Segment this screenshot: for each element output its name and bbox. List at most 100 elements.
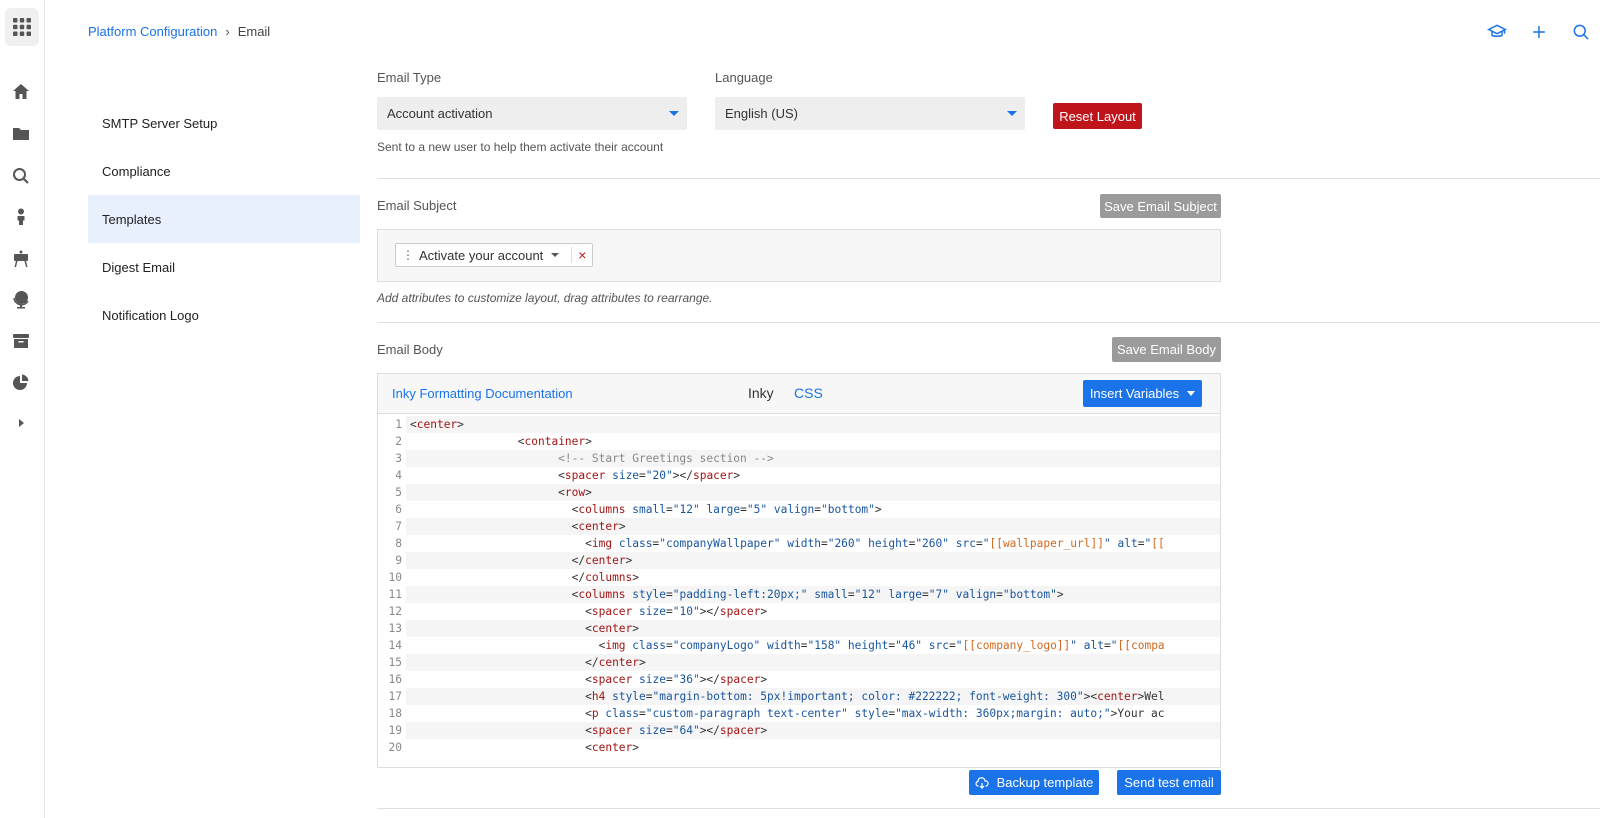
line-number: 20 bbox=[388, 741, 402, 754]
code-line: 15 </center> bbox=[378, 654, 1220, 671]
cloud-download-icon bbox=[975, 776, 989, 789]
backup-template-label: Backup template bbox=[996, 775, 1094, 790]
breadcrumb-current: Email bbox=[237, 24, 271, 39]
person-icon[interactable] bbox=[10, 206, 32, 228]
email-type-hint: Sent to a new user to help them activate… bbox=[377, 140, 664, 154]
divider bbox=[377, 178, 1600, 179]
globe-icon[interactable] bbox=[10, 288, 32, 310]
code-line: 12 <spacer size="10"></spacer> bbox=[378, 603, 1220, 620]
language-value: English (US) bbox=[725, 106, 798, 121]
subject-hint: Add attributes to customize layout, drag… bbox=[377, 291, 713, 305]
chevron-down-icon[interactable] bbox=[551, 253, 560, 257]
line-number: 9 bbox=[395, 554, 402, 567]
line-number: 13 bbox=[388, 622, 402, 635]
search-icon[interactable] bbox=[1570, 20, 1592, 44]
side-menu-item-label: Templates bbox=[102, 211, 162, 227]
presentation-icon[interactable] bbox=[10, 248, 32, 270]
chevron-down-icon bbox=[1187, 391, 1196, 396]
side-menu-item-notification-logo[interactable]: Notification Logo bbox=[88, 291, 360, 339]
line-number: 12 bbox=[388, 605, 402, 618]
side-menu-item-smtp-server-setup[interactable]: SMTP Server Setup bbox=[88, 99, 360, 147]
code-line: 10 </columns> bbox=[378, 569, 1220, 586]
send-test-email-button[interactable]: Send test email bbox=[1117, 770, 1221, 795]
line-number: 19 bbox=[388, 724, 402, 737]
save-email-subject-button[interactable]: Save Email Subject bbox=[1100, 194, 1221, 218]
backup-template-button[interactable]: Backup template bbox=[969, 770, 1099, 795]
language-label: Language bbox=[715, 70, 773, 85]
archive-icon[interactable] bbox=[10, 330, 32, 352]
code-editor: Inky Formatting Documentation Inky CSS I… bbox=[377, 373, 1221, 768]
left-rail bbox=[0, 0, 45, 818]
line-number: 6 bbox=[395, 503, 402, 516]
code-line: 2 <container> bbox=[378, 433, 1220, 450]
drag-handle-icon[interactable]: ⋮ bbox=[402, 248, 414, 262]
side-menu-item-digest-email[interactable]: Digest Email bbox=[88, 243, 360, 291]
email-type-select[interactable]: Account activation bbox=[377, 97, 687, 130]
tab-inky[interactable]: Inky bbox=[748, 385, 774, 401]
line-number: 8 bbox=[395, 537, 402, 550]
code-line: 7 <center> bbox=[378, 518, 1220, 535]
side-menu: SMTP Server Setup Compliance Templates D… bbox=[88, 99, 360, 339]
line-number: 2 bbox=[395, 435, 402, 448]
close-icon[interactable]: × bbox=[571, 247, 586, 263]
code-line: 4 <spacer size="20"></spacer> bbox=[378, 467, 1220, 484]
folder-icon[interactable] bbox=[10, 123, 32, 145]
line-number: 17 bbox=[388, 690, 402, 703]
line-number: 4 bbox=[395, 469, 402, 482]
home-icon[interactable] bbox=[10, 81, 32, 103]
code-line: 17 <h4 style="margin-bottom: 5px!importa… bbox=[378, 688, 1220, 705]
breadcrumb: Platform Configuration › Email bbox=[88, 24, 270, 39]
side-menu-item-label: Notification Logo bbox=[102, 307, 199, 323]
code-line: 18 <p class="custom-paragraph text-cente… bbox=[378, 705, 1220, 722]
side-menu-item-label: Compliance bbox=[102, 163, 171, 179]
pie-chart-icon[interactable] bbox=[10, 372, 32, 394]
line-number: 15 bbox=[388, 656, 402, 669]
save-email-body-button[interactable]: Save Email Body bbox=[1112, 337, 1221, 362]
top-toolbar bbox=[1486, 20, 1592, 44]
line-number: 10 bbox=[388, 571, 402, 584]
code-line: 6 <columns small="12" large="5" valign="… bbox=[378, 501, 1220, 518]
plus-icon[interactable] bbox=[1528, 20, 1550, 44]
search-icon[interactable] bbox=[10, 165, 32, 187]
side-menu-item-label: Digest Email bbox=[102, 259, 175, 275]
line-number: 7 bbox=[395, 520, 402, 533]
tab-css[interactable]: CSS bbox=[794, 385, 823, 401]
expand-arrow-icon[interactable] bbox=[10, 412, 32, 434]
insert-variables-label: Insert Variables bbox=[1089, 386, 1180, 401]
line-number: 18 bbox=[388, 707, 402, 720]
inky-documentation-link[interactable]: Inky Formatting Documentation bbox=[392, 386, 573, 401]
insert-variables-button[interactable]: Insert Variables bbox=[1083, 380, 1202, 407]
reset-layout-button[interactable]: Reset Layout bbox=[1053, 103, 1142, 129]
code-line: 5 <row> bbox=[378, 484, 1220, 501]
code-line: 3 <!-- Start Greetings section --> bbox=[378, 450, 1220, 467]
divider bbox=[377, 808, 1600, 809]
subject-attribute-box[interactable]: ⋮ Activate your account × bbox=[377, 229, 1221, 282]
code-line: 11 <columns style="padding-left:20px;" s… bbox=[378, 586, 1220, 603]
editor-toolbar: Inky Formatting Documentation Inky CSS I… bbox=[378, 374, 1220, 414]
code-line: 14 <img class="companyLogo" width="158" … bbox=[378, 637, 1220, 654]
email-subject-label: Email Subject bbox=[377, 198, 457, 213]
code-line: 20 <center> bbox=[378, 739, 1220, 756]
chevron-down-icon bbox=[1007, 111, 1017, 116]
code-line: 13 <center> bbox=[378, 620, 1220, 637]
side-menu-item-templates[interactable]: Templates bbox=[88, 195, 360, 243]
email-body-label: Email Body bbox=[377, 342, 443, 357]
code-line: 1 <center> bbox=[378, 416, 1220, 433]
line-number: 14 bbox=[388, 639, 402, 652]
side-menu-item-label: SMTP Server Setup bbox=[102, 115, 218, 131]
divider bbox=[377, 322, 1600, 323]
breadcrumb-separator: › bbox=[225, 24, 230, 39]
side-menu-item-compliance[interactable]: Compliance bbox=[88, 147, 360, 195]
code-line: 19 <spacer size="64"></spacer> bbox=[378, 722, 1220, 739]
code-line: 8 <img class="companyWallpaper" width="2… bbox=[378, 535, 1220, 552]
breadcrumb-platform-configuration[interactable]: Platform Configuration bbox=[88, 24, 217, 39]
code-area[interactable]: 1 <center> 2 <container> 3 <!-- Start Gre… bbox=[378, 416, 1220, 767]
code-line: 9 </center> bbox=[378, 552, 1220, 569]
language-select[interactable]: English (US) bbox=[715, 97, 1025, 130]
apps-grid-icon[interactable] bbox=[5, 8, 39, 46]
code-line: 16 <spacer size="36"></spacer> bbox=[378, 671, 1220, 688]
graduation-cap-icon[interactable] bbox=[1486, 20, 1508, 44]
subject-chip[interactable]: ⋮ Activate your account × bbox=[395, 243, 594, 267]
email-type-value: Account activation bbox=[387, 106, 493, 121]
line-number: 16 bbox=[388, 673, 402, 686]
